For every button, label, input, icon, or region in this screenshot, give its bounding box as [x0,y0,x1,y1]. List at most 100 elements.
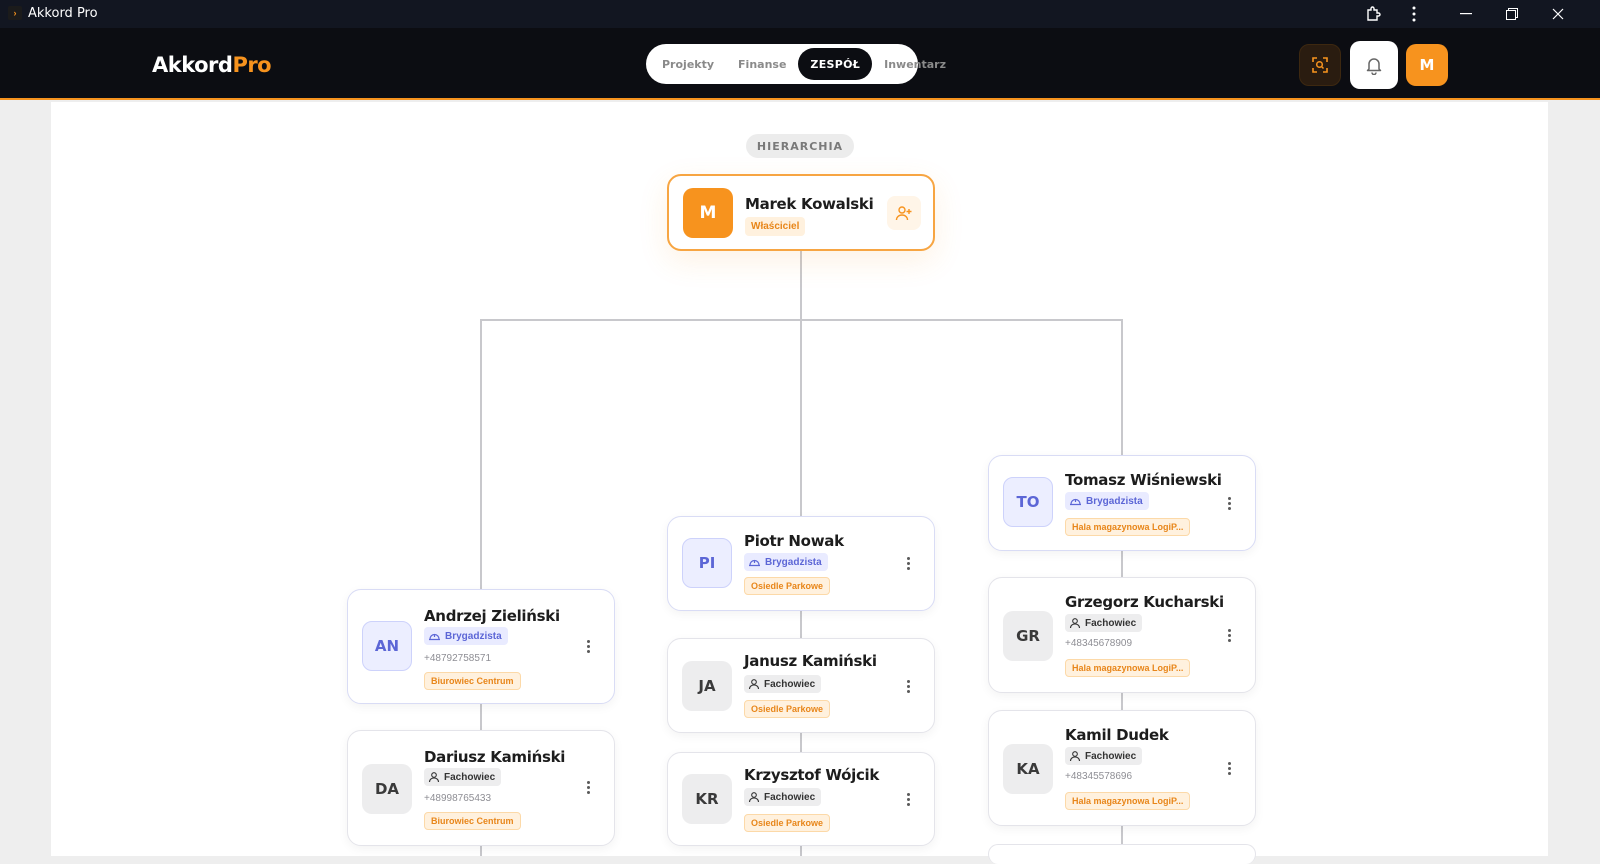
avatar: JA [682,661,732,711]
role-label: Brygadzista [445,630,502,642]
app-icon: › [8,6,22,20]
app-logo[interactable]: AkkordPro [152,53,272,77]
role-label: Brygadzista [1086,495,1143,507]
site-badge: Osiedle Parkowe [744,814,831,832]
more-options-icon[interactable] [1394,0,1434,28]
role-label: Brygadzista [765,556,822,568]
connector-line [480,319,482,589]
user-icon [1069,751,1081,762]
main-nav: Projekty Finanse ZESPÓŁ Inwentarz [646,44,946,84]
member-card[interactable]: GR Grzegorz Kucharski Fachowiec +4834567… [988,577,1256,693]
user-icon [1069,618,1081,629]
restore-icon[interactable] [1492,0,1532,28]
owner-card[interactable]: M Marek Kowalski Właściciel [667,174,935,251]
member-card[interactable]: JA Janusz Kamiński Fachowiec Osiedle Par… [667,638,935,733]
member-name: Grzegorz Kucharski [1065,593,1224,611]
role-badge: Fachowiec [744,675,822,693]
card-menu-button[interactable] [582,636,594,656]
site-badge: Osiedle Parkowe [744,700,831,718]
member-card[interactable]: AN Andrzej Zieliński Brygadzista +487927… [347,589,615,704]
role-label: Fachowiec [1085,617,1137,629]
user-plus-icon [895,206,912,221]
tab-projekty[interactable]: Projekty [650,48,726,80]
helmet-icon [749,559,760,566]
bell-icon [1366,58,1382,75]
scan-button[interactable] [1299,44,1341,86]
close-icon[interactable] [1538,0,1578,28]
user-icon [428,772,440,783]
role-badge: Brygadzista [744,553,828,571]
member-card[interactable]: KA Kamil Dudek Fachowiec +48345578696 Ha… [988,710,1256,826]
member-card[interactable]: TO Tomasz Wiśniewski Brygadzista Hala ma… [988,455,1256,551]
site-badge: Biurowiec Centrum [424,812,521,830]
member-name: Piotr Nowak [744,532,844,550]
avatar: M [683,188,733,238]
section-label: HIERARCHIA [746,134,854,158]
card-menu-button[interactable] [1223,625,1235,645]
role-badge: Fachowiec [744,788,822,806]
tab-inwentarz[interactable]: Inwentarz [872,48,958,80]
role-badge: Brygadzista [1065,492,1149,510]
phone-number: +48998765433 [424,793,492,804]
avatar: TO [1003,477,1053,527]
card-menu-button[interactable] [582,777,594,797]
avatar: KR [682,774,732,824]
avatar: PI [682,538,732,588]
helmet-icon [429,633,440,640]
phone-number: +48345578696 [1065,771,1133,782]
connector-line [800,845,802,856]
logo-accent: Pro [232,53,272,77]
card-menu-button[interactable] [1223,493,1235,513]
user-avatar[interactable]: M [1406,44,1448,86]
member-card[interactable] [988,844,1256,864]
tab-zespol[interactable]: ZESPÓŁ [798,48,873,80]
member-name: Krzysztof Wójcik [744,766,880,784]
role-badge: Fachowiec [1065,747,1143,765]
role-badge: Właściciel [745,217,806,236]
phone-number: +48345678909 [1065,638,1133,649]
connector-line [1121,550,1123,578]
avatar: GR [1003,611,1053,661]
site-badge: Hala magazynowa LogiP... [1065,659,1191,677]
member-name: Marek Kowalski [745,195,874,213]
role-badge: Brygadzista [424,627,508,645]
connector-line [800,319,802,516]
role-label: Fachowiec [444,771,496,783]
app-header: AkkordPro Projekty Finanse ZESPÓŁ Inwent… [0,28,1600,100]
user-icon [748,679,760,690]
site-badge: Biurowiec Centrum [424,672,521,690]
connector-line [1121,319,1123,455]
notifications-button[interactable] [1350,41,1398,89]
window-title: Akkord Pro [28,6,98,21]
connector-line [480,702,482,730]
card-menu-button[interactable] [1223,758,1235,778]
member-card[interactable]: PI Piotr Nowak Brygadzista Osiedle Parko… [667,516,935,611]
role-badge: Fachowiec [1065,614,1143,632]
minimize-icon[interactable] [1446,0,1486,28]
card-menu-button[interactable] [902,676,914,696]
role-label: Fachowiec [764,678,816,690]
tab-finanse[interactable]: Finanse [726,48,798,80]
role-label: Fachowiec [1085,750,1137,762]
connector-line [800,610,802,638]
member-name: Janusz Kamiński [744,652,877,670]
member-name: Tomasz Wiśniewski [1065,471,1222,489]
member-card[interactable]: DA Dariusz Kamiński Fachowiec +489987654… [347,730,615,846]
user-icon [748,792,760,803]
logo-text: Akkord [152,53,233,77]
connector-line [800,732,802,752]
card-menu-button[interactable] [902,789,914,809]
extensions-icon[interactable] [1354,0,1394,28]
site-badge: Hala magazynowa LogiP... [1065,792,1191,810]
add-member-button[interactable] [887,196,921,230]
avatar: KA [1003,744,1053,794]
connector-line [800,251,802,320]
member-card[interactable]: KR Krzysztof Wójcik Fachowiec Osiedle Pa… [667,752,935,846]
connector-line [1121,692,1123,712]
scan-icon [1312,57,1328,73]
card-menu-button[interactable] [902,553,914,573]
role-badge: Fachowiec [424,768,502,786]
avatar: DA [362,764,412,814]
connector-line [1121,826,1123,844]
phone-number: +48792758571 [424,653,492,664]
